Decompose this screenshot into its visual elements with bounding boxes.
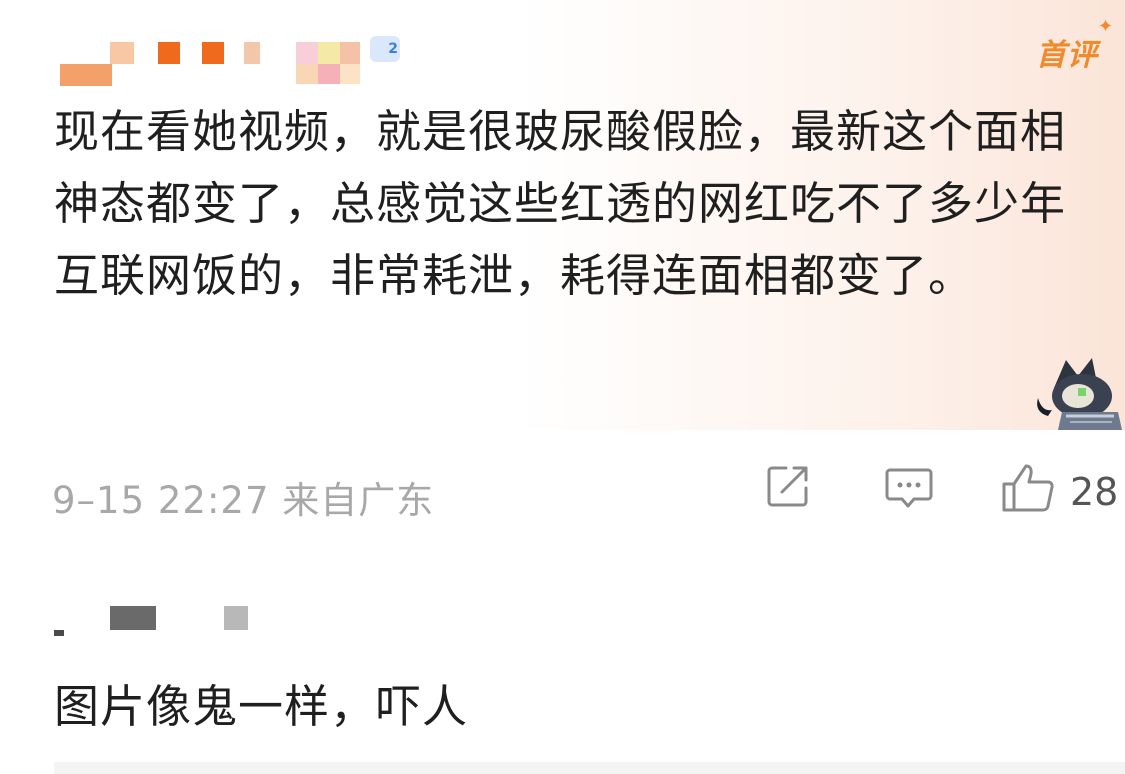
member-badge-mosaic	[318, 42, 340, 64]
reply-card	[0, 548, 1125, 774]
member-badge-mosaic	[296, 42, 318, 64]
user-level-badge: 2	[370, 36, 400, 62]
share-icon[interactable]	[764, 462, 812, 510]
username-mosaic[interactable]	[244, 42, 260, 64]
cartoon-character-sticker	[1037, 358, 1122, 430]
username-mosaic[interactable]	[60, 64, 112, 86]
reply-username-mosaic[interactable]	[224, 606, 248, 630]
thumbs-up-icon[interactable]	[1000, 462, 1056, 514]
comment-timestamp-location: 9–15 22:27 来自广东	[52, 479, 435, 522]
member-badge-mosaic	[340, 64, 360, 84]
member-badge-mosaic	[340, 42, 360, 64]
divider	[54, 762, 1125, 774]
sparkle-icon: ✦	[1098, 16, 1114, 37]
comment-card: 2 首评 ✦ 现在看她视频，就是很玻尿酸假脸，最新这个面相神态都变了，总感觉这些…	[0, 0, 1125, 540]
first-comment-badge: 首评	[1036, 38, 1098, 73]
comment-text: 现在看她视频，就是很玻尿酸假脸，最新这个面相神态都变了，总感觉这些红透的网红吃不…	[54, 105, 1067, 302]
comment-icon[interactable]	[884, 462, 934, 512]
reply-username-mosaic[interactable]	[110, 606, 156, 630]
reply-text: 图片像鬼一样，吓人	[54, 680, 469, 733]
like-count: 28	[1070, 470, 1119, 514]
username-mosaic[interactable]	[158, 42, 180, 64]
member-badge-mosaic	[318, 64, 340, 84]
reply-username-mosaic[interactable]	[54, 630, 64, 636]
username-mosaic[interactable]	[202, 42, 224, 64]
username-mosaic[interactable]	[110, 42, 134, 64]
member-badge-mosaic	[296, 64, 318, 84]
